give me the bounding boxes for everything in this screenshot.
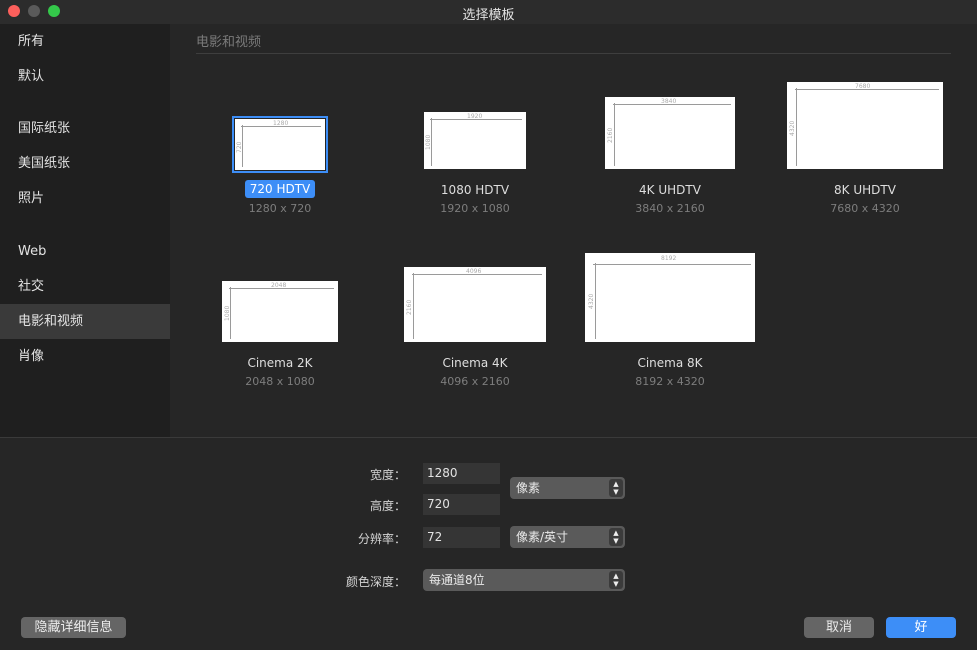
thumb-width-label: 7680 [855, 83, 871, 90]
template-thumbnail[interactable]: 8192 4320 [585, 253, 755, 342]
template-thumbnail[interactable]: 7680 4320 [787, 82, 943, 169]
template-name: 1080 HDTV [440, 183, 510, 197]
template-size: 1280 x 720 [248, 202, 312, 215]
ok-button[interactable]: 好 [886, 617, 956, 638]
template-name: 720 HDTV [244, 180, 316, 198]
size-units-value: 像素 [516, 481, 541, 495]
template-size: 8192 x 4320 [635, 375, 705, 388]
chevron-updown-icon: ▲ ▼ [609, 479, 623, 497]
resolution-units-select[interactable]: 像素/英寸 ▲ ▼ [510, 526, 625, 548]
size-units-select[interactable]: 像素 ▲ ▼ [510, 477, 625, 499]
template-name: 8K UHDTV [834, 183, 896, 197]
title-bar: 选择模板 [0, 0, 977, 24]
thumb-height-label: 1080 [224, 305, 231, 321]
thumb-height-label: 2160 [406, 299, 413, 315]
chevron-updown-icon: ▲ ▼ [609, 528, 623, 546]
sidebar-item-us-paper[interactable]: 美国纸张 [0, 146, 170, 181]
hide-details-button[interactable]: 隐藏详细信息 [21, 617, 126, 638]
height-dimension-line [595, 263, 596, 339]
template-size: 7680 x 4320 [830, 202, 900, 215]
resolution-label: 分辨率： [357, 532, 406, 546]
color-depth-select[interactable]: 每通道8位 ▲ ▼ [423, 569, 625, 591]
sidebar-item-portrait[interactable]: 肖像 [0, 339, 170, 374]
section-divider [196, 53, 951, 54]
thumb-width-label: 4096 [466, 268, 482, 275]
sidebar-item-web[interactable]: Web [0, 234, 170, 269]
template-thumbnail[interactable]: 2048 1080 [222, 281, 338, 342]
template-size: 2048 x 1080 [245, 375, 315, 388]
height-dimension-line [796, 88, 797, 166]
thumb-height-label: 4320 [588, 293, 595, 309]
template-thumbnail[interactable]: 1280 720 [232, 116, 328, 173]
color-depth-label: 颜色深度： [345, 575, 406, 589]
thumb-height-label: 1080 [425, 134, 432, 150]
sidebar-item-international-paper[interactable]: 国际纸张 [0, 111, 170, 146]
details-panel: 宽度： 1280 高度： 720 像素 ▲ ▼ 分辨率： 72 像素/英寸 ▲ ▼ … [0, 437, 977, 650]
thumb-width-label: 8192 [661, 255, 677, 262]
thumb-height-label: 2160 [607, 127, 614, 143]
thumb-width-label: 1280 [273, 120, 289, 127]
window-title: 选择模板 [462, 8, 515, 23]
template-thumbnail[interactable]: 4096 2160 [404, 267, 546, 342]
width-dimension-line [593, 264, 751, 265]
template-name: Cinema 2K [247, 356, 313, 370]
template-name: Cinema 4K [442, 356, 508, 370]
thumb-width-label: 2048 [271, 282, 287, 289]
template-name: 4K UHDTV [639, 183, 701, 197]
template-thumbnail[interactable]: 3840 2160 [605, 97, 735, 169]
resolution-units-value: 像素/英寸 [516, 530, 569, 544]
template-size: 1920 x 1080 [440, 202, 510, 215]
template-thumbnail[interactable]: 1920 1080 [424, 112, 526, 169]
template-gallery: 电影和视频 1280 720 720 HDTV 1280 x 720 1920 … [170, 24, 977, 437]
color-depth-value: 每通道8位 [429, 573, 485, 587]
thumb-width-label: 1920 [467, 113, 483, 120]
height-field[interactable]: 720 [423, 494, 500, 515]
thumb-height-label: 720 [236, 141, 243, 153]
thumb-width-label: 3840 [661, 98, 677, 105]
template-size: 3840 x 2160 [635, 202, 705, 215]
sidebar-item-photo[interactable]: 照片 [0, 181, 170, 216]
width-field[interactable]: 1280 [423, 463, 500, 484]
sidebar-item-default[interactable]: 默认 [0, 59, 170, 94]
width-label: 宽度： [369, 468, 406, 482]
height-dimension-line [413, 273, 414, 339]
height-dimension-line [614, 103, 615, 166]
template-name: Cinema 8K [637, 356, 703, 370]
sidebar-item-film-video[interactable]: 电影和视频 [0, 304, 170, 339]
sidebar-item-social[interactable]: 社交 [0, 269, 170, 304]
height-label: 高度： [369, 499, 406, 513]
template-size: 4096 x 2160 [440, 375, 510, 388]
thumb-height-label: 4320 [789, 120, 796, 136]
chevron-updown-icon: ▲ ▼ [609, 571, 623, 589]
cancel-button[interactable]: 取消 [804, 617, 874, 638]
resolution-field[interactable]: 72 [423, 527, 500, 548]
section-title: 电影和视频 [196, 35, 262, 50]
category-sidebar: 所有 默认 国际纸张 美国纸张 照片 Web 社交 电影和视频 肖像 [0, 24, 170, 437]
sidebar-item-all[interactable]: 所有 [0, 24, 170, 59]
